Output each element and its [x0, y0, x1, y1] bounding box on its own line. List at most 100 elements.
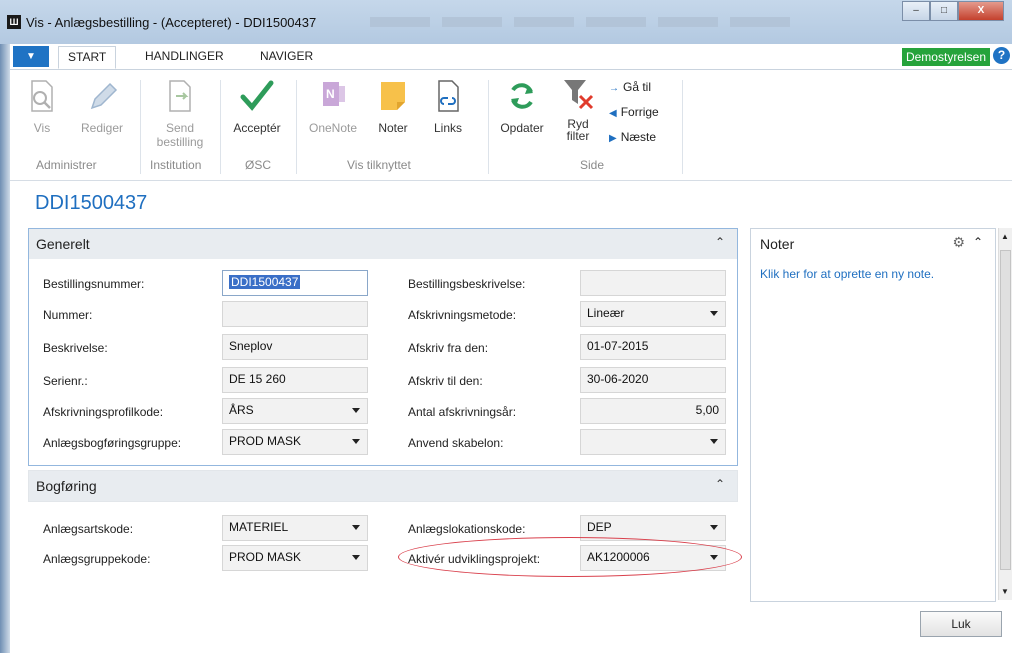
field-bestillingsbeskrivelse[interactable] — [580, 270, 726, 296]
label-bestillingsbeskrivelse: Bestillingsbeskrivelse: — [408, 277, 526, 291]
select-anlaegsbogfoeringsgruppe[interactable]: PROD MASK — [222, 429, 368, 455]
edit-pencil-icon — [90, 82, 118, 110]
links-button[interactable]: Links — [428, 78, 468, 135]
field-serienr[interactable]: DE 15 260 — [222, 367, 368, 393]
window-title: Vis - Anlægsbestilling - (Accepteret) - … — [26, 15, 317, 30]
forrige-button[interactable]: ◀ Forrige — [609, 105, 659, 119]
luk-button[interactable]: Luk — [920, 611, 1002, 637]
label-afskriv-fra: Afskriv fra den: — [408, 341, 489, 355]
dropdown-arrow-icon — [352, 555, 360, 560]
gear-icon[interactable]: ⚙ — [952, 234, 965, 251]
field-antal-aar[interactable]: 5,00 — [580, 398, 726, 424]
new-note-link[interactable]: Klik her for at oprette en ny note. — [760, 267, 934, 281]
window-left-edge — [0, 44, 10, 653]
fasttab-bogfoering-header[interactable]: Bogføring ⌃ — [29, 471, 737, 501]
svg-text:N: N — [326, 87, 335, 101]
send-document-icon — [169, 80, 191, 112]
label-beskrivelse: Beskrivelse: — [43, 341, 108, 355]
select-afskrivningsmetode[interactable]: Lineær — [580, 301, 726, 327]
maximize-button[interactable]: □ — [930, 1, 958, 21]
arrow-right-icon: → — [609, 83, 619, 94]
dropdown-arrow-icon — [352, 439, 360, 444]
label-anlaegsbogfoeringsgruppe: Anlægsbogføringsgruppe: — [43, 436, 182, 450]
dropdown-arrow-icon — [352, 408, 360, 413]
label-bestillingsnummer: Bestillingsnummer: — [43, 277, 145, 291]
chevron-up-icon[interactable]: ⌃ — [973, 235, 983, 249]
onenote-icon: N — [323, 82, 345, 106]
opdater-button[interactable]: Opdater — [494, 78, 550, 135]
label-afskriv-til: Afskriv til den: — [408, 374, 483, 388]
group-label-administrer: Administrer — [36, 158, 97, 172]
vis-button[interactable]: Vis — [22, 78, 62, 135]
scroll-down-icon: ▼ — [1001, 587, 1009, 596]
select-afskrivningsprofilkode[interactable]: ÅRS — [222, 398, 368, 424]
dropdown-arrow-icon — [710, 439, 718, 444]
app-menu-button[interactable]: ▼ — [13, 46, 49, 67]
chevron-up-icon[interactable]: ⌃ — [715, 477, 725, 491]
note-icon — [381, 82, 405, 110]
scrollbar-thumb[interactable] — [1000, 250, 1011, 570]
dropdown-arrow-icon — [710, 525, 718, 530]
scroll-up-icon: ▲ — [1001, 232, 1009, 241]
select-anlaegsgruppekode[interactable]: PROD MASK — [222, 545, 368, 571]
label-anvend-skabelon: Anvend skabelon: — [408, 436, 504, 450]
ribbon-tab-row: ▼ START HANDLINGER NAVIGER Demostyrelsen… — [10, 44, 1012, 70]
onenote-button[interactable]: N OneNote — [304, 78, 362, 135]
dropdown-arrow-icon — [710, 311, 718, 316]
dropdown-arrow-icon — [352, 525, 360, 530]
label-anlaegsgruppekode: Anlægsgruppekode: — [43, 552, 151, 566]
minimize-button[interactable]: – — [902, 1, 930, 21]
refresh-icon — [511, 83, 533, 109]
group-label-vis-tilknyttet: Vis tilknyttet — [347, 158, 411, 172]
page-title: DDI1500437 — [35, 192, 148, 214]
accepter-button[interactable]: Acceptér — [227, 78, 287, 135]
dynamics-nav-icon: Ш — [7, 15, 21, 29]
fasttab-generelt-title: Generelt — [36, 236, 90, 252]
noter-button[interactable]: Noter — [372, 78, 414, 135]
triangle-left-icon: ◀ — [609, 108, 617, 119]
view-document-icon — [31, 80, 53, 112]
ryd-filter-button[interactable]: Ryd filter — [558, 76, 598, 142]
group-label-osc: ØSC — [245, 158, 272, 172]
label-anlaegslokationskode: Anlægslokationskode: — [408, 522, 526, 536]
label-serienr: Serienr.: — [43, 374, 88, 388]
label-nummer: Nummer: — [43, 308, 93, 322]
noter-factbox: Noter ⚙ ⌃ Klik her for at oprette en ny … — [750, 228, 996, 602]
field-beskrivelse[interactable]: Sneplov — [222, 334, 368, 360]
label-afskrivningsmetode: Afskrivningsmetode: — [408, 308, 517, 322]
tab-handlinger[interactable]: HANDLINGER — [145, 49, 224, 63]
noter-title: Noter — [760, 236, 795, 252]
chevron-up-icon[interactable]: ⌃ — [715, 235, 725, 249]
ribbon: Vis Rediger Send bestilling Acceptér N O… — [10, 70, 1012, 181]
rediger-button[interactable]: Rediger — [76, 78, 128, 135]
blurred-breadcrumb — [370, 17, 790, 27]
company-badge[interactable]: Demostyrelsen — [901, 48, 990, 66]
fasttab-bogfoering: Bogføring ⌃ — [28, 470, 738, 502]
select-anlaegsartskode[interactable]: MATERIEL — [222, 515, 368, 541]
ga-til-button[interactable]: → Gå til — [609, 80, 651, 94]
group-label-institution: Institution — [150, 158, 202, 172]
field-afskriv-til[interactable]: 30-06-2020 — [580, 367, 726, 393]
send-bestilling-button[interactable]: Send bestilling — [147, 78, 213, 149]
close-window-button[interactable]: X — [958, 1, 1004, 21]
vertical-scrollbar[interactable]: ▲ ▼ — [998, 228, 1012, 600]
clear-filter-icon — [564, 80, 594, 110]
group-label-side: Side — [580, 158, 605, 172]
window-title-bar: Ш Vis - Anlægsbestilling - (Accepteret) … — [0, 0, 1012, 44]
field-afskriv-fra[interactable]: 01-07-2015 — [580, 334, 726, 360]
naeste-button[interactable]: ▶ Næste — [609, 130, 656, 144]
field-nummer[interactable] — [222, 301, 368, 327]
field-bestillingsnummer[interactable]: DDI1500437 — [222, 270, 368, 296]
fasttab-generelt-header[interactable]: Generelt ⌃ — [29, 229, 737, 259]
select-anvend-skabelon[interactable] — [580, 429, 726, 455]
label-antal-aar: Antal afskrivningsår: — [408, 405, 517, 419]
tab-naviger[interactable]: NAVIGER — [260, 49, 313, 63]
label-afskrivningsprofilkode: Afskrivningsprofilkode: — [43, 405, 164, 419]
help-icon[interactable]: ? — [993, 47, 1010, 64]
tab-start[interactable]: START — [58, 46, 117, 69]
label-anlaegsartskode: Anlægsartskode: — [43, 522, 134, 536]
triangle-right-icon: ▶ — [609, 133, 617, 144]
link-document-icon — [438, 80, 459, 112]
highlight-ellipse — [398, 537, 742, 577]
fasttab-bogfoering-title: Bogføring — [36, 478, 97, 494]
